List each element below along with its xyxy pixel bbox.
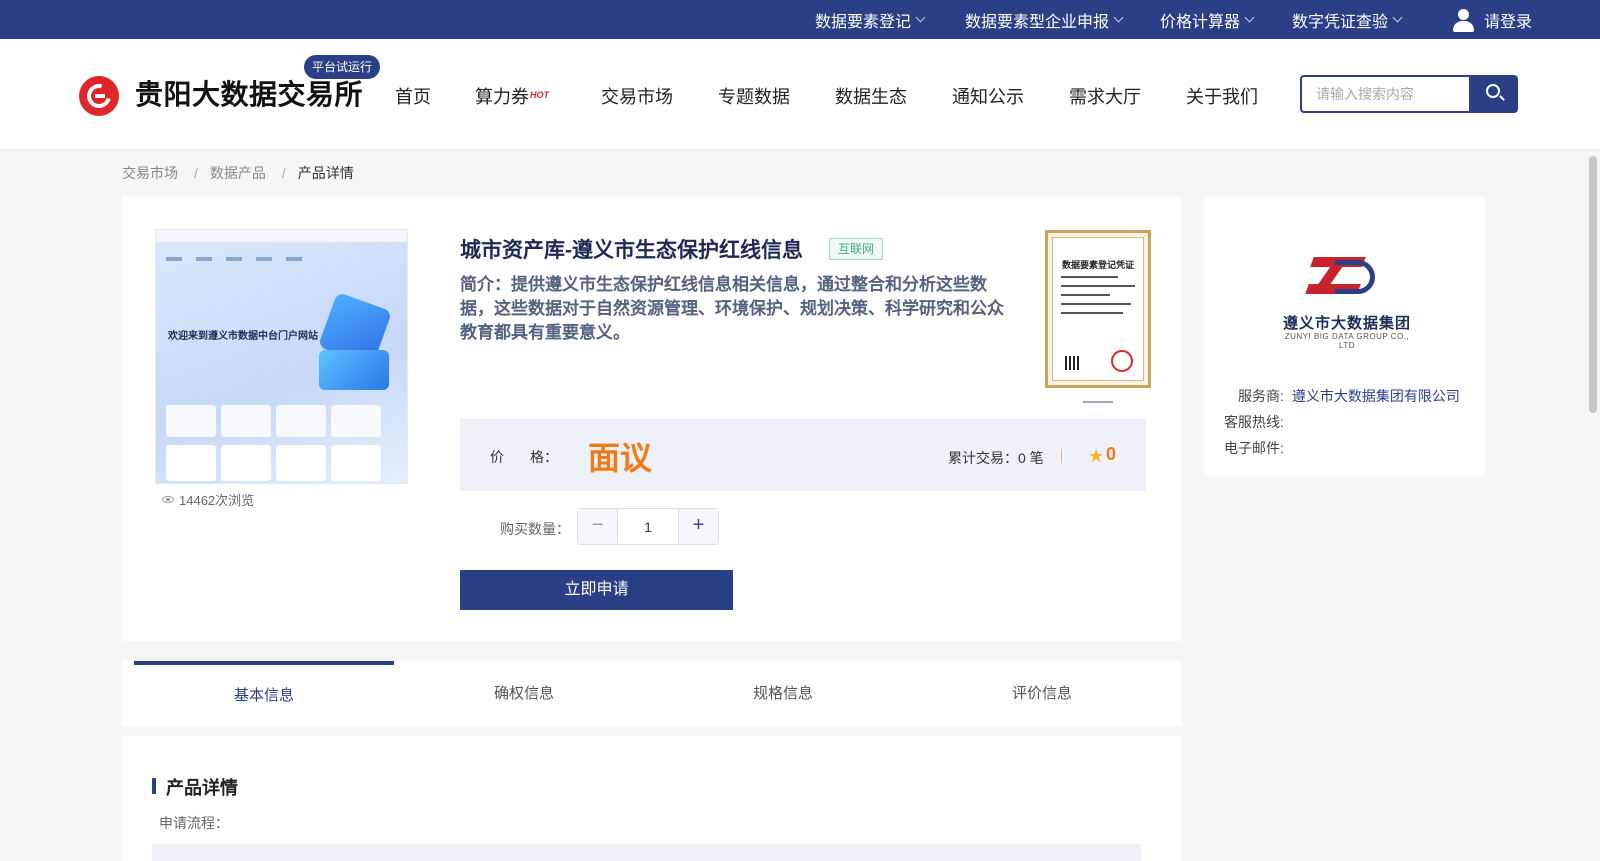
trade-count: 累计交易：0 笔: [948, 450, 1044, 466]
trial-badge: 平台试运行: [304, 55, 381, 79]
price-label: 价格：: [490, 449, 558, 465]
star-icon: ★: [1088, 446, 1105, 466]
top-bar: 数据要素登记 数据要素型企业申报 价格计算器 数字凭证查验 请登录: [0, 0, 1600, 39]
topbar-menu-certificate-check[interactable]: 数字凭证查验: [1292, 0, 1403, 39]
decrease-quantity-button[interactable]: −: [578, 509, 618, 544]
chevron-down-icon: [1392, 12, 1403, 23]
nav-home[interactable]: 首页: [395, 83, 431, 109]
provider-name-link[interactable]: 遵义市大数据集团有限公司: [1292, 388, 1460, 404]
divider: [1061, 449, 1062, 463]
provider-logo-en: ZUNYI BIG DATA GROUP CO., LTD: [1284, 332, 1410, 350]
product-title: 城市资产库-遵义市生态保护红线信息: [460, 239, 803, 262]
view-count: 14462次浏览: [162, 490, 254, 509]
view-count-label: 14462次浏览: [179, 493, 255, 508]
product-details-section: 产品详情 申请流程：: [122, 736, 1181, 861]
topbar-menu-enterprise-declaration[interactable]: 数据要素型企业申报: [965, 0, 1124, 39]
breadcrumb-separator: /: [194, 165, 198, 181]
tab-rights-info[interactable]: 确权信息: [394, 661, 654, 726]
breadcrumb-market[interactable]: 交易市场: [122, 165, 178, 181]
hot-badge: HOT: [530, 90, 549, 100]
provider-card: 遵义市大数据集团 ZUNYI BIG DATA GROUP CO., LTD 服…: [1204, 197, 1485, 476]
nav-data-ecosystem[interactable]: 数据生态: [835, 83, 907, 109]
quantity-input[interactable]: [618, 509, 678, 544]
product-image[interactable]: 欢迎来到遵义市数据中台门户网站: [155, 229, 408, 484]
provider-logo-cn: 遵义市大数据集团: [1282, 315, 1411, 332]
qr-code-icon: [1065, 356, 1079, 370]
search-button[interactable]: [1469, 75, 1518, 113]
breadcrumb-current: 产品详情: [297, 165, 354, 181]
topbar-menu-data-registration[interactable]: 数据要素登记: [815, 0, 926, 39]
site-header: 贵阳大数据交易所 平台试运行 首页 算力券 交易市场 专题数据 数据生态 通知公…: [0, 39, 1600, 149]
login-link[interactable]: 请登录: [1452, 0, 1532, 39]
chevron-down-icon: [1244, 12, 1255, 23]
nav-notices[interactable]: 通知公示: [952, 83, 1024, 109]
search-input[interactable]: [1300, 75, 1469, 113]
user-icon: [1452, 8, 1474, 32]
nav-demand-hall[interactable]: 需求大厅: [1069, 83, 1141, 109]
image-caption: 欢迎来到遵义市数据中台门户网站: [168, 331, 318, 342]
provider-logo: 遵义市大数据集团 ZUNYI BIG DATA GROUP CO., LTD: [1277, 252, 1417, 350]
registration-certificate[interactable]: 数据要素登记凭证: [1045, 230, 1151, 388]
category-tag: 互联网: [829, 238, 884, 260]
topbar-menu-label: 价格计算器: [1160, 13, 1241, 31]
nav-trading-market[interactable]: 交易市场: [601, 83, 673, 109]
exchange-logo-icon[interactable]: [79, 76, 119, 116]
provider-label: 服务商:: [1238, 388, 1284, 404]
hotline-label: 客服热线:: [1224, 414, 1284, 430]
chevron-down-icon: [1113, 12, 1124, 23]
seal-icon: [1111, 350, 1133, 372]
page-scrollbar[interactable]: [1589, 156, 1597, 413]
section-marker: [152, 778, 156, 794]
details-subtitle: 申请流程：: [159, 815, 229, 831]
nav-topic-data[interactable]: 专题数据: [718, 83, 790, 109]
breadcrumb-products[interactable]: 数据产品: [210, 165, 266, 181]
breadcrumb: 交易市场 / 数据产品 / 产品详情: [122, 163, 358, 183]
quantity-label: 购买数量：: [500, 521, 570, 537]
nav-compute-voucher[interactable]: 算力券: [475, 83, 529, 109]
login-label: 请登录: [1484, 13, 1533, 31]
price-panel: 价格： 面议 累计交易：0 笔 ★ 0: [460, 419, 1146, 491]
topbar-menu-label: 数据要素登记: [815, 13, 912, 31]
breadcrumb-separator: /: [281, 165, 286, 181]
hotline-row: 客服热线:: [1224, 412, 1284, 432]
nav-about-us[interactable]: 关于我们: [1186, 83, 1258, 109]
price-value: 面议: [588, 440, 653, 476]
rating-value: 0: [1106, 444, 1117, 464]
detail-tabs: 基本信息 确权信息 规格信息 评价信息: [122, 661, 1181, 726]
topbar-menu-label: 数据要素型企业申报: [965, 13, 1110, 31]
tab-basic-info[interactable]: 基本信息: [134, 661, 394, 726]
details-title: 产品详情: [166, 778, 238, 798]
product-description: 简介：提供遵义市生态保护红线信息相关信息，通过整合和分析这些数据，这些数据对于自…: [460, 275, 1004, 342]
tab-spec-info[interactable]: 规格信息: [653, 661, 913, 726]
increase-quantity-button[interactable]: +: [678, 509, 718, 544]
application-process-box: [152, 844, 1141, 861]
topbar-menu-label: 数字凭证查验: [1292, 13, 1389, 31]
search-icon: [1486, 84, 1500, 98]
chevron-down-icon: [915, 12, 926, 23]
tab-review-info[interactable]: 评价信息: [912, 661, 1172, 726]
eye-icon: [162, 496, 174, 503]
quantity-stepper: − +: [577, 508, 719, 545]
email-row: 电子邮件:: [1224, 438, 1284, 458]
certificate-title: 数据要素登记凭证: [1061, 260, 1134, 270]
email-label: 电子邮件:: [1224, 440, 1284, 456]
provider-row: 服务商: 遵义市大数据集团有限公司: [1238, 386, 1460, 406]
site-logo-text[interactable]: 贵阳大数据交易所: [135, 73, 363, 113]
carousel-indicator[interactable]: [1083, 401, 1113, 403]
apply-button[interactable]: 立即申请: [460, 570, 733, 610]
topbar-menu-price-calculator[interactable]: 价格计算器: [1160, 0, 1255, 39]
